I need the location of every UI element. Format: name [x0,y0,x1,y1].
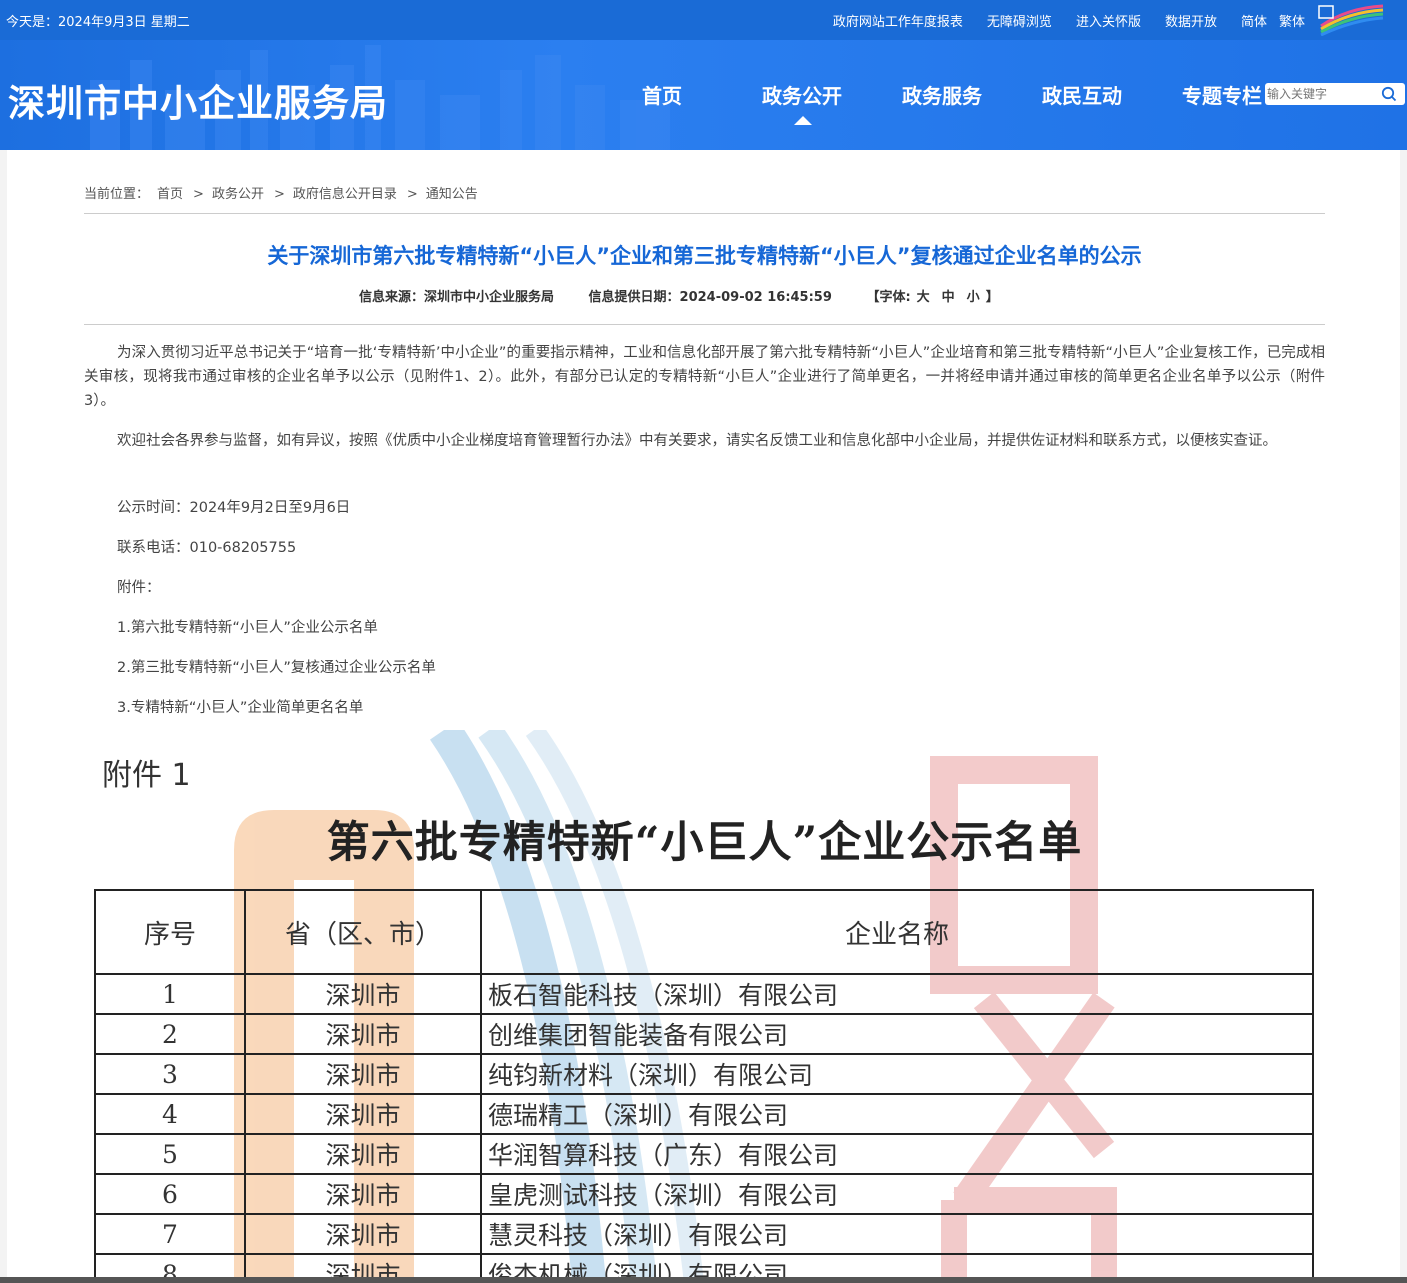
table-row: 2 深圳市 创维集团智能装备有限公司 [94,1013,1314,1055]
top-utility-bar: 今天是：2024年9月3日 星期二 政府网站工作年度报表 无障碍浏览 进入关怀版… [0,0,1407,40]
main-nav: 首页 政务公开 政务服务 政民互动 专题专栏 [592,80,1292,125]
row-province: 深圳市 [244,1053,482,1095]
publicity-period: 公示时间：2024年9月2日至9月6日 [117,500,351,516]
divider [84,213,1325,214]
font-size-switcher: 【字体: 大中小】 [866,290,998,305]
row-company: 华润智算科技（广东）有限公司 [480,1133,1314,1175]
search-input[interactable] [1267,85,1377,103]
breadcrumb-government-affairs[interactable]: 政务公开 [212,187,264,202]
row-company: 创维集团智能装备有限公司 [480,1013,1314,1055]
breadcrumb-prefix: 当前位置： [84,187,150,202]
search-icon[interactable] [1381,86,1397,102]
row-company: 慧灵科技（深圳）有限公司 [480,1213,1314,1255]
row-index: 2 [94,1013,246,1055]
table-row: 1 深圳市 板石智能科技（深圳）有限公司 [94,973,1314,1015]
info-date: 信息提供日期：2024-09-02 16:45:59 [588,290,832,305]
divider [84,324,1325,325]
breadcrumb-notices[interactable]: 通知公告 [426,187,478,202]
row-company: 皇虎测试科技（深圳）有限公司 [480,1173,1314,1215]
care-mode-link[interactable]: 进入关怀版 [1076,11,1141,30]
document-title: 第六批专精特新“小巨人”企业公示名单 [326,818,1083,868]
attachments-label: 附件： [117,580,161,596]
article-meta: 信息来源：深圳市中小企业服务局 信息提供日期：2024-09-02 16:45:… [359,286,1029,305]
table-row: 5 深圳市 华润智算科技（广东）有限公司 [94,1133,1314,1175]
breadcrumb-separator-icon: > [193,187,204,202]
nav-public-interaction[interactable]: 政民互动 [1012,80,1152,109]
row-company: 纯钧新材料（深圳）有限公司 [480,1053,1314,1095]
shenzhen-logo-icon[interactable] [1317,4,1387,36]
attachment-link-3[interactable]: 3.专精特新“小巨人”企业简单更名名单 [117,696,363,717]
attachment-number: 附件 1 [102,758,191,793]
article-paragraph-1: 为深入贯彻习近平总书记关于“培育一批‘专精特新’中小企业”的重要指示精神，工业和… [84,345,1325,409]
company-list-table: 序号 省（区、市） 企业名称 1 深圳市 板石智能科技（深圳）有限公司 2 深圳市 创维… [94,889,1314,1283]
info-source: 信息来源：深圳市中小企业服务局 [359,290,555,305]
column-header-company: 企业名称 [480,889,1314,975]
column-header-province: 省（区、市） [244,889,482,975]
font-large-button[interactable]: 大 [917,290,930,305]
contact-phone: 联系电话：010-68205755 [117,540,297,556]
breadcrumb: 当前位置： 首页 > 政务公开 > 政府信息公开目录 > 通知公告 [84,183,486,202]
site-header: 深圳市中小企业服务局 首页 政务公开 政务服务 政民互动 专题专栏 [0,40,1407,150]
row-index: 5 [94,1133,246,1175]
row-index: 6 [94,1173,246,1215]
annual-report-link[interactable]: 政府网站工作年度报表 [833,11,963,30]
row-company: 德瑞精工（深圳）有限公司 [480,1093,1314,1135]
row-province: 深圳市 [244,1093,482,1135]
row-province: 深圳市 [244,1213,482,1255]
article-title: 关于深圳市第六批专精特新“小巨人”企业和第三批专精特新“小巨人”复核通过企业名单… [267,244,1142,268]
breadcrumb-separator-icon: > [406,187,418,202]
table-row: 6 深圳市 皇虎测试科技（深圳）有限公司 [94,1173,1314,1215]
attachment-link-2[interactable]: 2.第三批专精特新“小巨人”复核通过企业公示名单 [117,656,436,677]
font-medium-button[interactable]: 中 [942,290,955,305]
font-size-end: 】 [985,290,999,305]
column-header-index: 序号 [94,889,246,975]
nav-government-services[interactable]: 政务服务 [872,80,1012,109]
row-province: 深圳市 [244,973,482,1015]
row-index: 1 [94,973,246,1015]
utility-links: 政府网站工作年度报表 无障碍浏览 进入关怀版 数据开放 简体 繁体 [833,0,1407,40]
table-row: 3 深圳市 纯钧新材料（深圳）有限公司 [94,1053,1314,1095]
row-index: 7 [94,1213,246,1255]
row-company: 板石智能科技（深圳）有限公司 [480,973,1314,1015]
breadcrumb-info-catalog[interactable]: 政府信息公开目录 [293,187,397,202]
font-small-button[interactable]: 小 [967,290,980,305]
open-data-link[interactable]: 数据开放 [1165,11,1217,30]
table-row: 7 深圳市 慧灵科技（深圳）有限公司 [94,1213,1314,1255]
article-paragraph-2: 欢迎社会各界参与监督，如有异议，按照《优质中小企业梯度培育管理暂行办法》中有关要… [117,433,1277,449]
row-province: 深圳市 [244,1133,482,1175]
current-date: 今天是：2024年9月3日 星期二 [6,15,190,30]
row-index: 4 [94,1093,246,1135]
attachment-link-1[interactable]: 1.第六批专精特新“小巨人”企业公示名单 [117,616,378,637]
accessibility-link[interactable]: 无障碍浏览 [987,11,1052,30]
font-size-label: 【字体: [866,290,911,305]
traditional-chinese-link[interactable]: 繁体 [1279,11,1305,30]
simplified-chinese-link[interactable]: 简体 [1241,11,1267,30]
breadcrumb-separator-icon: > [273,187,285,202]
table-row: 4 深圳市 德瑞精工（深圳）有限公司 [94,1093,1314,1135]
row-index: 3 [94,1053,246,1095]
row-province: 深圳市 [244,1013,482,1055]
site-title[interactable]: 深圳市中小企业服务局 [8,73,388,127]
nav-government-affairs[interactable]: 政务公开 [732,80,872,125]
breadcrumb-home[interactable]: 首页 [157,187,183,202]
search-box [1265,83,1405,105]
viewport-bottom-edge [0,1277,1407,1283]
attachment-document-image: 附件 1 第六批专精特新“小巨人”企业公示名单 序号 省（区、市） 企业名称 1… [84,730,1325,1283]
table-header-row: 序号 省（区、市） 企业名称 [94,889,1314,975]
nav-home[interactable]: 首页 [592,80,732,109]
row-province: 深圳市 [244,1173,482,1215]
